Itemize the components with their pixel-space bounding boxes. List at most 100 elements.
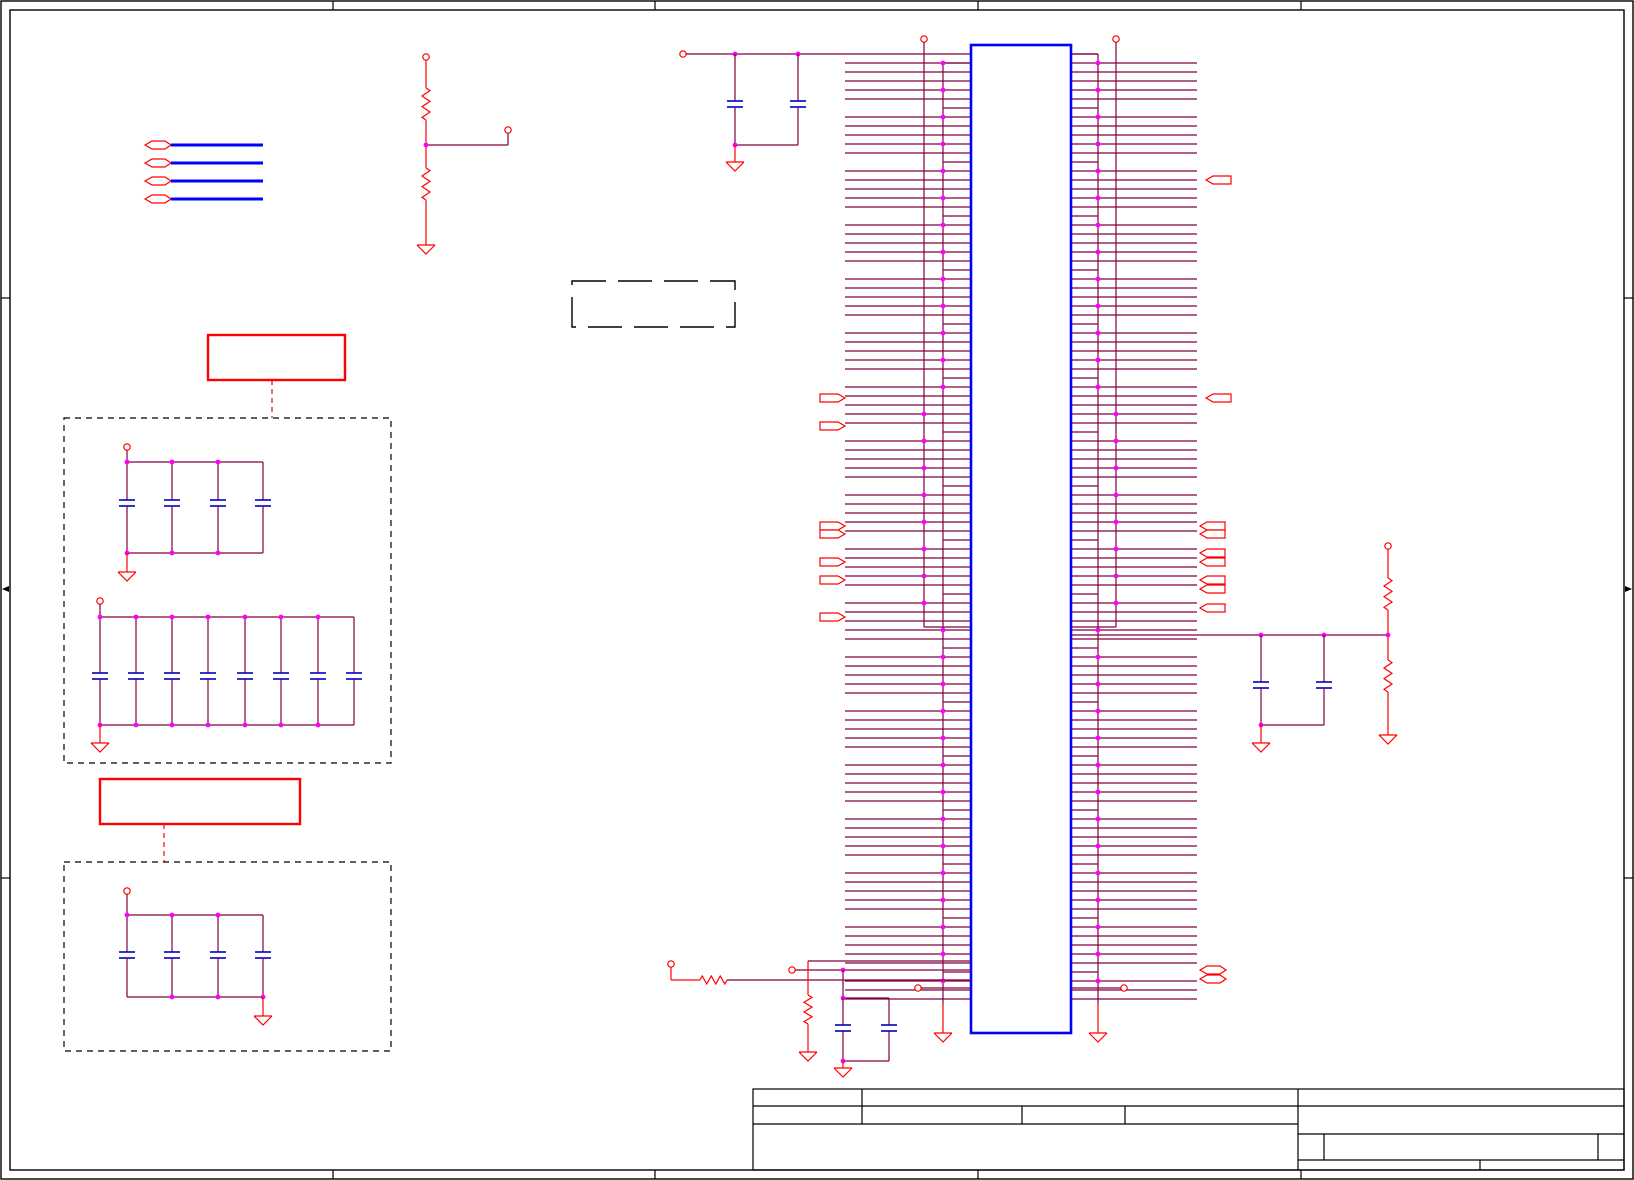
ground-triangle-icon	[90, 742, 110, 753]
frame-inner	[9, 9, 1625, 1171]
zigzag-resistor-icon	[1382, 659, 1394, 693]
junction-dot-icon	[1095, 708, 1101, 714]
junction-dot-icon	[940, 195, 946, 201]
drawing-frame	[0, 0, 1634, 1180]
junction-dot-icon	[1095, 114, 1101, 120]
junction-dot-icon	[940, 654, 946, 660]
offpage-port-icon	[1204, 393, 1232, 403]
junction-dot-icon	[921, 411, 927, 417]
junction-dot-icon	[124, 912, 130, 918]
junction-dot-icon	[940, 843, 946, 849]
junction-dot-icon	[1095, 222, 1101, 228]
junction-dot-icon	[940, 276, 946, 282]
offpage-port-icon	[819, 393, 847, 403]
offpage-port-icon	[1198, 603, 1226, 613]
junction-dot-icon	[133, 614, 139, 620]
junction-dot-icon	[1095, 357, 1101, 363]
junction-dot-icon	[169, 614, 175, 620]
junction-dot-icon	[169, 722, 175, 728]
junction-dot-icon	[1095, 627, 1101, 633]
junction-dot-icon	[423, 142, 429, 148]
junction-dot-icon	[940, 924, 946, 930]
capacitor-icon	[881, 1024, 897, 1032]
zigzag-resistor-icon	[420, 87, 432, 121]
junction-dot-icon	[921, 600, 927, 606]
offpage-port-icon	[1198, 548, 1226, 558]
main-ic	[845, 35, 1197, 1043]
junction-dot-icon	[1095, 789, 1101, 795]
offpage-port-icon	[819, 529, 847, 539]
label-box	[98, 777, 302, 826]
junction-dot-icon	[1095, 168, 1101, 174]
junction-dot-icon	[315, 614, 321, 620]
offpage-port-icon	[819, 421, 847, 431]
junction-dot-icon	[124, 459, 130, 465]
junction-dot-icon	[940, 681, 946, 687]
power-pin-icon	[1112, 35, 1120, 43]
frame-outer	[0, 0, 1634, 1180]
junction-dot-icon	[1095, 276, 1101, 282]
junction-dot-icon	[921, 492, 927, 498]
junction-dot-icon	[278, 614, 284, 620]
junction-dot-icon	[215, 912, 221, 918]
offpage-port-icon	[1198, 965, 1228, 975]
junction-dot-icon	[133, 722, 139, 728]
junction-dot-icon	[940, 60, 946, 66]
group-outline	[63, 417, 392, 764]
junction-dot-icon	[1095, 978, 1101, 984]
junction-dot-icon	[1113, 411, 1119, 417]
junction-dot-icon	[215, 994, 221, 1000]
junction-dot-icon	[1095, 870, 1101, 876]
ground-triangle-icon	[416, 244, 436, 255]
capacitor-icon	[237, 672, 253, 680]
ground-triangle-icon	[1251, 742, 1271, 753]
offpage-port-icon	[819, 575, 847, 585]
junction-dot-icon	[940, 357, 946, 363]
ic-body	[969, 43, 1073, 1035]
junction-dot-icon	[940, 951, 946, 957]
capacitor-icon	[310, 672, 326, 680]
junction-dot-icon	[1095, 60, 1101, 66]
junction-dot-icon	[940, 978, 946, 984]
power-pin-icon	[914, 984, 922, 992]
bus-port-group	[143, 140, 263, 204]
junction-dot-icon	[940, 708, 946, 714]
junction-dot-icon	[1095, 330, 1101, 336]
capacitor-icon	[164, 499, 180, 507]
decoupling-group-2	[63, 777, 392, 1052]
junction-dot-icon	[1095, 141, 1101, 147]
junction-dot-icon	[940, 627, 946, 633]
junction-dot-icon	[1095, 951, 1101, 957]
junction-dot-icon	[940, 789, 946, 795]
capacitor-icon	[255, 499, 271, 507]
junction-dot-icon	[1095, 654, 1101, 660]
junction-dot-icon	[940, 762, 946, 768]
junction-dot-icon	[940, 330, 946, 336]
capacitor-icon	[210, 499, 226, 507]
capacitor-icon	[273, 672, 289, 680]
note-box	[571, 280, 736, 328]
offpage-port-icon	[1198, 529, 1226, 539]
offpage-port-icon	[143, 176, 173, 186]
offpage-port-icon	[143, 158, 173, 168]
junction-dot-icon	[97, 614, 103, 620]
junction-dot-icon	[1095, 897, 1101, 903]
offpage-port-icon	[1198, 584, 1226, 594]
junction-dot-icon	[315, 722, 321, 728]
junction-dot-icon	[169, 459, 175, 465]
ground-triangle-icon	[1088, 1032, 1108, 1043]
offpage-port-icon	[1198, 974, 1228, 984]
label-box	[206, 333, 347, 382]
zigzag-resistor-icon	[1382, 577, 1394, 611]
junction-dot-icon	[921, 519, 927, 525]
offpage-port-icon	[1198, 575, 1226, 585]
capacitor-icon	[1253, 681, 1269, 689]
junction-dot-icon	[1113, 600, 1119, 606]
junction-dot-icon	[921, 465, 927, 471]
ground-triangle-icon	[933, 1032, 953, 1043]
junction-dot-icon	[1113, 438, 1119, 444]
junction-dot-icon	[1095, 762, 1101, 768]
junction-dot-icon	[242, 614, 248, 620]
junction-dot-icon	[169, 550, 175, 556]
junction-dot-icon	[1113, 519, 1119, 525]
